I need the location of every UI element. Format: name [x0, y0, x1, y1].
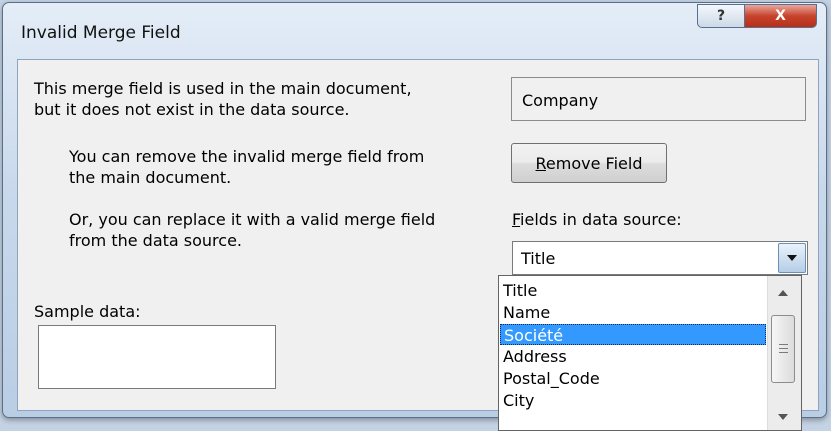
fields-combobox[interactable]: Title: [512, 241, 808, 275]
remove-mnemonic: R: [535, 153, 546, 173]
dropdown-button[interactable]: [778, 243, 806, 273]
close-button[interactable]: X: [744, 4, 817, 28]
fields-in-data-source-label: Fields in data source:: [512, 209, 682, 230]
replace-instruction-line: from the data source.: [69, 231, 243, 250]
fields-label-text: ields in data source:: [520, 210, 682, 229]
replace-instruction: Or, you can replace it with a valid merg…: [69, 209, 435, 251]
remove-field-button[interactable]: Remove Field: [511, 143, 667, 183]
help-icon: ?: [716, 8, 726, 24]
explanation-text: This merge field is used in the main doc…: [34, 78, 412, 120]
help-button[interactable]: ?: [697, 4, 745, 28]
scroll-up-icon[interactable]: [778, 290, 788, 296]
scrollbar-thumb[interactable]: [771, 315, 795, 383]
list-item[interactable]: Address: [500, 346, 766, 367]
explanation-line: This merge field is used in the main doc…: [34, 79, 412, 98]
list-item[interactable]: City: [500, 390, 766, 411]
dialog-title: Invalid Merge Field: [21, 23, 181, 43]
scroll-down-icon[interactable]: [778, 414, 788, 420]
list-item[interactable]: Postal_Code: [500, 368, 766, 389]
merge-field-name: Company: [511, 77, 806, 121]
close-icon: X: [775, 8, 786, 24]
grip-line: [779, 348, 788, 349]
list-item[interactable]: Title: [500, 280, 766, 301]
fields-mnemonic: F: [512, 210, 521, 229]
dialog-window: Invalid Merge Field ? X This merge field…: [2, 2, 827, 431]
grip-line: [779, 352, 788, 353]
sample-data-box: [38, 325, 276, 389]
replace-instruction-line: Or, you can replace it with a valid merg…: [69, 210, 436, 229]
remove-instruction: You can remove the invalid merge field f…: [69, 146, 424, 188]
explanation-line: but it does not exist in the data source…: [34, 100, 350, 119]
list-scrollbar[interactable]: [767, 276, 801, 430]
sample-data-label: Sample data:: [34, 302, 141, 321]
remove-instruction-line: the main document.: [69, 168, 232, 187]
grip-line: [779, 344, 788, 345]
combobox-value: Title: [521, 249, 556, 268]
list-item[interactable]: Name: [500, 302, 766, 323]
list-item-selected[interactable]: Société: [500, 324, 766, 345]
chevron-down-icon: [787, 255, 797, 261]
remove-button-label: emove Field: [545, 153, 643, 173]
remove-instruction-line: You can remove the invalid merge field f…: [69, 147, 425, 166]
fields-dropdown-list[interactable]: Title Name Société Address Postal_Code C…: [498, 275, 802, 431]
